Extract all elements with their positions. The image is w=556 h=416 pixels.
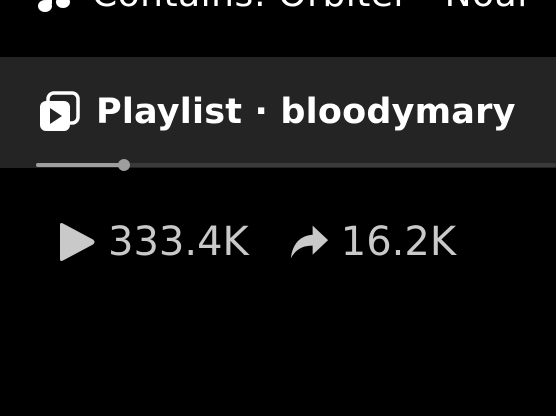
stats-row: 333.4K 16.2K xyxy=(56,214,456,270)
contains-text: Contains: Orbiter · Noal xyxy=(92,0,528,15)
play-count: 333.4K xyxy=(56,219,249,265)
share-icon xyxy=(290,225,328,259)
video-progress-bar[interactable] xyxy=(36,159,556,171)
play-icon xyxy=(60,223,95,261)
playlist-label: Playlist · bloodymary xyxy=(96,92,516,132)
music-note-icon xyxy=(38,0,70,12)
playlist-link[interactable]: Playlist · bloodymary xyxy=(38,87,516,137)
progress-fill xyxy=(36,163,125,167)
play-count-value: 333.4K xyxy=(108,219,249,265)
progress-scrubber[interactable] xyxy=(118,159,131,171)
playlist-icon xyxy=(40,91,80,131)
video-screen: Contains: Orbiter · Noal Playlist · bloo… xyxy=(0,0,556,416)
share-count[interactable]: 16.2K xyxy=(289,219,456,265)
contains-row[interactable]: Contains: Orbiter · Noal xyxy=(38,0,528,16)
playlist-bar: Playlist · bloodymary xyxy=(0,57,556,171)
share-count-value: 16.2K xyxy=(340,219,457,265)
